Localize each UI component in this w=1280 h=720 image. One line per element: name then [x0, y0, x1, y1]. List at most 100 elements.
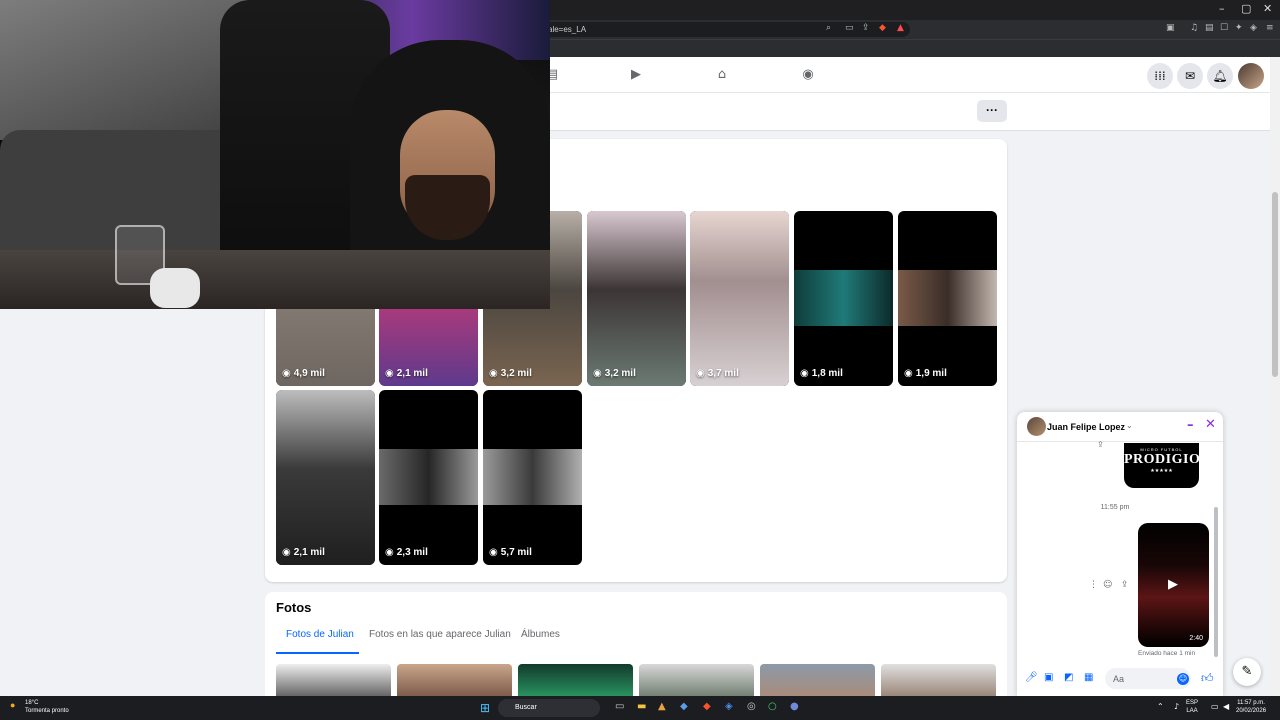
- reader-icon[interactable]: ▤: [1205, 23, 1214, 33]
- shared-image-message[interactable]: MICRO FUTBOL PRODIGIOS ★★★★★: [1124, 443, 1209, 488]
- photos-title: Fotos: [276, 600, 312, 615]
- reel-views: ◉ 1,8 mil: [800, 368, 843, 379]
- microphone-icon[interactable]: 🎤︎: [1025, 672, 1038, 683]
- nav-groups-icon[interactable]: ◉: [800, 67, 816, 83]
- chat-scrollbar[interactable]: [1214, 507, 1218, 657]
- task-view-icon[interactable]: ▭: [615, 701, 624, 712]
- reel-views: ◉ 1,9 mil: [904, 368, 947, 379]
- close-chat-button[interactable]: ✕: [1205, 417, 1216, 432]
- tab-photos-of[interactable]: Fotos de Julian: [286, 629, 354, 640]
- reel-item[interactable]: ◉ 2,1 mil: [276, 390, 375, 565]
- messenger-chat-window: Juan Felipe Lopez ⌄ – ✕ ⇪ MICRO FUTBOL P…: [1017, 412, 1223, 696]
- zoom-icon[interactable]: ⌕: [826, 23, 831, 33]
- cast-icon[interactable]: ▭: [845, 23, 854, 33]
- reel-item[interactable]: ◉ 5,7 mil: [483, 390, 582, 565]
- gif-icon[interactable]: ▦: [1084, 672, 1093, 683]
- reel-item[interactable]: ◉ 1,9 mil: [898, 211, 997, 386]
- taskbar-search[interactable]: Buscar: [498, 699, 600, 717]
- keyboard-layout: LAA: [1186, 708, 1198, 714]
- brave-icon[interactable]: ◆: [703, 701, 711, 712]
- chevron-down-icon[interactable]: ⌄: [1126, 421, 1133, 430]
- close-window-button[interactable]: ✕: [1263, 2, 1272, 15]
- minimize-chat-button[interactable]: –: [1187, 418, 1194, 433]
- file-explorer-icon[interactable]: ▬: [637, 701, 646, 712]
- account-avatar[interactable]: [1238, 63, 1264, 89]
- maximize-window-button[interactable]: ▢: [1241, 2, 1251, 15]
- image-icon[interactable]: ▣: [1044, 672, 1053, 683]
- weather-status: Tormenta pronto: [25, 708, 69, 714]
- forward-icon[interactable]: ⇪: [1121, 580, 1129, 590]
- more-options-button[interactable]: ···: [977, 100, 1007, 122]
- menu-grid-button[interactable]: ⁞⁞⁞: [1147, 63, 1173, 89]
- react-icon[interactable]: ☺: [1103, 580, 1112, 590]
- sidebar-icon[interactable]: ▣: [1166, 23, 1175, 33]
- url-field[interactable]: ale=es_LA: [540, 22, 910, 37]
- reel-views: ◉ 3,2 mil: [489, 368, 532, 379]
- sent-status: Enviado hace 1 min: [1138, 650, 1196, 657]
- tray-chevron-icon[interactable]: ⌃: [1157, 702, 1164, 711]
- weather-widget[interactable]: 18°C Tormenta pronto: [25, 699, 69, 715]
- vpn-icon[interactable]: ◈: [1250, 23, 1257, 33]
- network-icon[interactable]: ▭: [1211, 702, 1219, 711]
- image-caption-title: PRODIGIOS: [1124, 452, 1209, 467]
- play-icon[interactable]: ▶: [1168, 577, 1178, 592]
- language-code: ESP: [1186, 700, 1199, 706]
- media-icon[interactable]: ♫: [1190, 23, 1198, 33]
- image-stars: ★★★★★: [1150, 468, 1173, 474]
- webcam-overlay: [0, 0, 550, 309]
- contact-avatar[interactable]: [1027, 417, 1046, 436]
- contact-name[interactable]: Juan Felipe Lopez: [1047, 422, 1125, 432]
- reel-views: ◉ 4,9 mil: [282, 368, 325, 379]
- clock-date: 20/02/2026: [1236, 708, 1267, 714]
- eye-icon: ◉: [282, 368, 291, 379]
- chat-composer: 🎤︎ ▣ ◩ ▦ Aa ☺ 👍︎: [1017, 664, 1223, 694]
- notifications-button[interactable]: 🔔︎: [1207, 63, 1233, 89]
- language-indicator[interactable]: ESP LAA: [1186, 699, 1198, 715]
- steam-icon[interactable]: ◆: [680, 701, 688, 712]
- weather-icon: ●: [10, 700, 16, 710]
- page-scrollbar[interactable]: [1270, 57, 1280, 696]
- discord-icon[interactable]: ●: [790, 701, 799, 712]
- sticker-icon[interactable]: ◩: [1064, 672, 1073, 683]
- reel-views: ◉ 2,3 mil: [385, 547, 428, 558]
- reel-item[interactable]: ◉ 3,2 mil: [587, 211, 686, 386]
- bookmark-icon[interactable]: ☐: [1220, 23, 1228, 33]
- share-icon[interactable]: ⇪: [1097, 440, 1104, 449]
- tab-photos-tagged[interactable]: Fotos en las que aparece Julian: [369, 629, 511, 640]
- new-message-button[interactable]: ✎: [1233, 658, 1261, 686]
- chat-header[interactable]: Juan Felipe Lopez ⌄ – ✕: [1017, 412, 1223, 442]
- thumbs-up-icon[interactable]: 👍︎: [1201, 671, 1214, 686]
- app-icon[interactable]: ◈: [725, 701, 733, 712]
- app-icon[interactable]: ○: [768, 701, 777, 712]
- eye-icon: ◉: [800, 368, 809, 379]
- message-timestamp: 11:55 pm: [1100, 504, 1130, 511]
- reel-item[interactable]: ◉ 3,7 mil: [690, 211, 789, 386]
- tab-albums[interactable]: Álbumes: [521, 629, 560, 640]
- clock-time: 11:57 p.m.: [1237, 700, 1265, 706]
- windows-taskbar: 18°C Tormenta pronto ● ⊞ Buscar ▭ ▬ ▲ ◆ …: [0, 696, 1280, 720]
- microphone-tray-icon[interactable]: ♪: [1174, 702, 1179, 711]
- emoji-icon[interactable]: ☺: [1177, 673, 1189, 685]
- page-scrollbar-thumb[interactable]: [1272, 192, 1278, 377]
- nav-marketplace-icon[interactable]: ⌂: [714, 67, 730, 83]
- reel-views: ◉ 5,7 mil: [489, 547, 532, 558]
- minimize-window-button[interactable]: –: [1219, 2, 1225, 15]
- extensions-icon[interactable]: ✦: [1235, 23, 1243, 33]
- share-icon[interactable]: ⇪: [862, 23, 870, 33]
- obs-icon[interactable]: ◎: [747, 701, 756, 712]
- menu-icon[interactable]: ≡: [1266, 23, 1274, 33]
- clock[interactable]: 11:57 p.m. 20/02/2026: [1236, 699, 1266, 715]
- brave-rewards-icon[interactable]: ▲: [897, 23, 904, 33]
- volume-icon[interactable]: ◀: [1223, 702, 1229, 711]
- app-icon[interactable]: ▲: [658, 701, 666, 712]
- messenger-button[interactable]: ✉: [1177, 63, 1203, 89]
- webcam-desk: [0, 250, 550, 309]
- reel-item[interactable]: ◉ 2,3 mil: [379, 390, 478, 565]
- nav-video-icon[interactable]: ▶: [628, 67, 644, 83]
- more-actions-icon[interactable]: ⋮: [1089, 580, 1098, 590]
- windows-start-icon[interactable]: ⊞: [480, 701, 490, 715]
- video-message[interactable]: ▶ 2:40: [1138, 523, 1209, 647]
- reel-views: ◉ 2,1 mil: [385, 368, 428, 379]
- brave-shield-icon[interactable]: ◆: [879, 23, 886, 33]
- reel-item[interactable]: ◉ 1,8 mil: [794, 211, 893, 386]
